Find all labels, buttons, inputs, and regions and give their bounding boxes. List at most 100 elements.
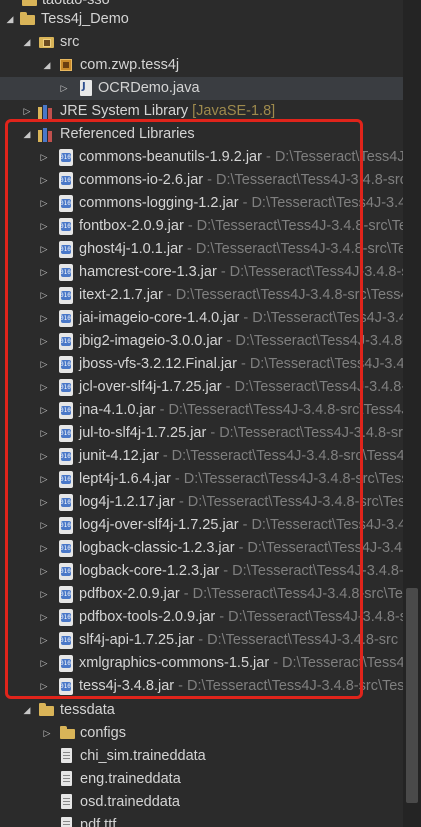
- tree-item-label: osd.traineddata: [80, 794, 180, 810]
- jar-icon: [59, 540, 73, 557]
- jar-label: pdfbox-2.0.9.jar - D:\Tesseract\Tess4J-3…: [79, 583, 403, 606]
- jar-item[interactable]: ▷ commons-logging-1.2.jar - D:\Tesseract\…: [0, 192, 403, 215]
- jar-item[interactable]: ▷ fontbox-2.0.9.jar - D:\Tesseract\Tess4J…: [0, 215, 403, 238]
- jar-name: xmlgraphics-commons-1.5.jar: [79, 655, 270, 671]
- tree-item-file[interactable]: osd.traineddata: [0, 791, 403, 814]
- jar-item[interactable]: ▷ itext-2.1.7.jar - D:\Tesseract\Tess4J-3…: [0, 284, 403, 307]
- jar-item[interactable]: ▷ pdfbox-2.0.9.jar - D:\Tesseract\Tess4J-…: [0, 583, 403, 606]
- jar-item[interactable]: ▷ hamcrest-core-1.3.jar - D:\Tesseract\Te…: [0, 261, 403, 284]
- collapsed-icon[interactable]: ▷: [38, 238, 50, 261]
- jar-icon: [59, 632, 73, 649]
- tree-item-configs[interactable]: ▷ configs: [0, 722, 403, 745]
- jar-label: commons-logging-1.2.jar - D:\Tesseract\T…: [79, 192, 403, 215]
- jar-icon: [59, 287, 73, 304]
- tree-item-project[interactable]: ◢ Tess4j_Demo: [0, 8, 403, 31]
- tree-item-file[interactable]: pdf.ttf: [0, 814, 403, 827]
- scrollbar-thumb[interactable]: [406, 588, 418, 803]
- tree-item-src[interactable]: ◢ src: [0, 31, 403, 54]
- collapsed-icon[interactable]: ▷: [21, 100, 33, 123]
- collapsed-icon[interactable]: ▷: [38, 445, 50, 468]
- project-folder-icon: [22, 0, 37, 6]
- tree-item-label: pdf.ttf: [80, 817, 117, 827]
- jar-item[interactable]: ▷ jna-4.1.0.jar - D:\Tesseract\Tess4J-3.4…: [0, 399, 403, 422]
- tree-item-label: com.zwp.tess4j: [80, 57, 180, 73]
- jar-item[interactable]: ▷ xmlgraphics-commons-1.5.jar - D:\Tesser…: [0, 652, 403, 675]
- jar-path: - D:\Tesseract\Tess4J-3.4.8-src: [242, 195, 403, 211]
- jar-item[interactable]: ▷ pdfbox-tools-2.0.9.jar - D:\Tesseract\T…: [0, 606, 403, 629]
- collapsed-icon[interactable]: ▷: [38, 353, 50, 376]
- collapsed-icon[interactable]: ▷: [38, 215, 50, 238]
- collapsed-icon[interactable]: ▷: [38, 629, 50, 652]
- jar-icon: [59, 517, 73, 534]
- collapsed-icon[interactable]: ▷: [38, 330, 50, 353]
- tree-item-jre[interactable]: ▷ JRE System Library [JavaSE-1.8]: [0, 100, 403, 123]
- jar-icon: [59, 172, 73, 189]
- tree-item-file[interactable]: eng.traineddata: [0, 768, 403, 791]
- jar-icon: [59, 448, 73, 465]
- collapsed-icon[interactable]: ▷: [38, 146, 50, 169]
- collapsed-icon[interactable]: ▷: [38, 192, 50, 215]
- jar-item[interactable]: ▷ commons-io-2.6.jar - D:\Tesseract\Tess4…: [0, 169, 403, 192]
- jar-item[interactable]: ▷ jboss-vfs-3.2.12.Final.jar - D:\Tessera…: [0, 353, 403, 376]
- collapsed-icon[interactable]: ▷: [38, 491, 50, 514]
- collapsed-icon[interactable]: ▷: [38, 537, 50, 560]
- collapsed-icon[interactable]: ▷: [38, 514, 50, 537]
- library-icon: [38, 128, 54, 142]
- jar-item[interactable]: ▷ jbig2-imageio-3.0.0.jar - D:\Tesseract\…: [0, 330, 403, 353]
- expanded-icon[interactable]: ◢: [21, 31, 33, 54]
- jar-name: ghost4j-1.0.1.jar: [79, 241, 183, 257]
- collapsed-icon[interactable]: ▷: [38, 307, 50, 330]
- jar-icon: [59, 149, 73, 166]
- jar-item[interactable]: ▷ junit-4.12.jar - D:\Tesseract\Tess4J-3.…: [0, 445, 403, 468]
- tree-item-package[interactable]: ◢ com.zwp.tess4j: [0, 54, 403, 77]
- jar-path: - D:\Tesseract\Tess4J-3.4.8-src\Tess4J: [174, 678, 403, 694]
- expanded-icon[interactable]: ◢: [4, 8, 16, 31]
- collapsed-icon[interactable]: ▷: [38, 169, 50, 192]
- collapsed-icon[interactable]: ▷: [38, 675, 50, 698]
- collapsed-icon[interactable]: ▷: [38, 422, 50, 445]
- jar-item[interactable]: ▷ log4j-1.2.17.jar - D:\Tesseract\Tess4J-…: [0, 491, 403, 514]
- jar-item[interactable]: ▷ tess4j-3.4.8.jar - D:\Tesseract\Tess4J-…: [0, 675, 403, 698]
- collapsed-icon[interactable]: ▷: [38, 376, 50, 399]
- collapsed-icon[interactable]: ▷: [58, 77, 70, 100]
- jar-item[interactable]: ▷ lept4j-1.6.4.jar - D:\Tesseract\Tess4J-…: [0, 468, 403, 491]
- tree-item-referenced-libraries[interactable]: ◢ Referenced Libraries: [0, 123, 403, 146]
- collapsed-icon[interactable]: ▷: [38, 560, 50, 583]
- collapsed-icon[interactable]: ▷: [38, 468, 50, 491]
- jar-item[interactable]: ▷ jcl-over-slf4j-1.7.25.jar - D:\Tesserac…: [0, 376, 403, 399]
- jar-path: - D:\Tesseract\Tess4J-3.4.8-src: [273, 655, 403, 671]
- tree-item-tessdata[interactable]: ◢ tessdata: [0, 699, 403, 722]
- jar-path: - D:\Tesseract\Tess4J-3.4.8-src\Tess4J: [174, 494, 403, 510]
- collapsed-icon[interactable]: ▷: [38, 399, 50, 422]
- collapsed-icon[interactable]: ▷: [38, 652, 50, 675]
- tree-item-file[interactable]: chi_sim.traineddata: [0, 745, 403, 768]
- jar-name: lept4j-1.6.4.jar: [79, 471, 171, 487]
- jar-item[interactable]: ▷ slf4j-api-1.7.25.jar - D:\Tesseract\Tes…: [0, 629, 403, 652]
- expanded-icon[interactable]: ◢: [41, 54, 53, 77]
- jar-item[interactable]: ▷ jai-imageio-core-1.4.0.jar - D:\Tessera…: [0, 307, 403, 330]
- jar-item[interactable]: ▷ jul-to-slf4j-1.7.25.jar - D:\Tesseract\…: [0, 422, 403, 445]
- jar-label: commons-beanutils-1.9.2.jar - D:\Tessera…: [79, 146, 403, 169]
- expanded-icon[interactable]: ◢: [21, 123, 33, 146]
- package-icon: [60, 59, 72, 71]
- jar-label: jboss-vfs-3.2.12.Final.jar - D:\Tesserac…: [79, 353, 403, 376]
- jar-item[interactable]: ▷ logback-classic-1.2.3.jar - D:\Tesserac…: [0, 537, 403, 560]
- tree-item-java-file[interactable]: ▷ OCRDemo.java: [0, 77, 403, 100]
- jar-path: - D:\Tesseract\Tess4J-3.4.8-src: [225, 379, 403, 395]
- jar-item[interactable]: ▷ commons-beanutils-1.9.2.jar - D:\Tesser…: [0, 146, 403, 169]
- collapsed-icon[interactable]: ▷: [38, 261, 50, 284]
- collapsed-icon[interactable]: ▷: [38, 284, 50, 307]
- jar-item[interactable]: ▷ logback-core-1.2.3.jar - D:\Tesseract\T…: [0, 560, 403, 583]
- jar-icon: [59, 402, 73, 419]
- jar-item[interactable]: ▷ ghost4j-1.0.1.jar - D:\Tesseract\Tess4J…: [0, 238, 403, 261]
- expanded-icon[interactable]: ◢: [21, 699, 33, 722]
- jar-item[interactable]: ▷ log4j-over-slf4j-1.7.25.jar - D:\Tesser…: [0, 514, 403, 537]
- collapsed-icon[interactable]: ▷: [38, 583, 50, 606]
- collapsed-icon[interactable]: ▷: [41, 722, 53, 745]
- vertical-scrollbar[interactable]: [403, 0, 421, 827]
- jar-name: jboss-vfs-3.2.12.Final.jar: [79, 356, 237, 372]
- collapsed-icon[interactable]: ▷: [38, 606, 50, 629]
- jar-name: log4j-over-slf4j-1.7.25.jar: [79, 517, 239, 533]
- source-folder-icon: [39, 37, 54, 48]
- jar-icon: [59, 494, 73, 511]
